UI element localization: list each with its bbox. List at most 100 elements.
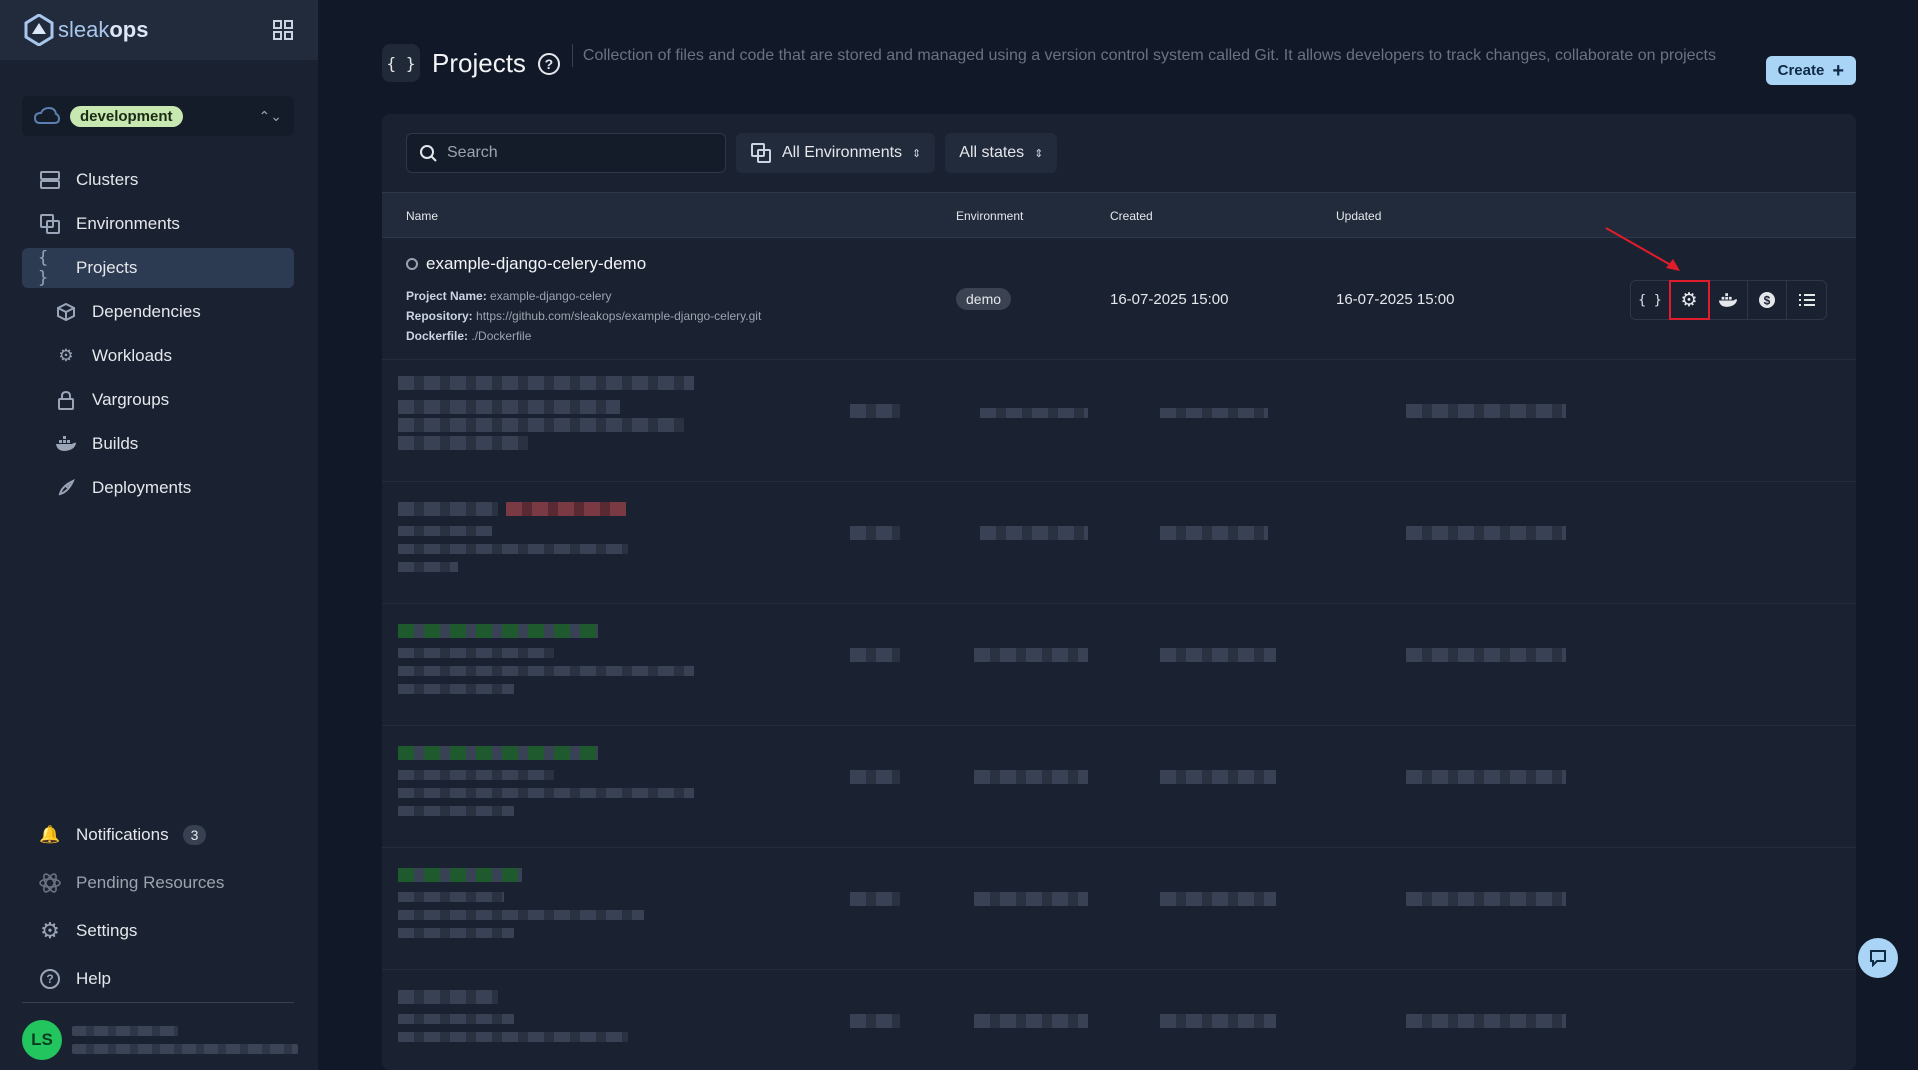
brand-name-part1: sleak <box>58 17 110 42</box>
sidebar-item-dependencies[interactable]: Dependencies <box>22 292 294 332</box>
filter-bar: Search All Environments ⇕ All states ⇕ <box>382 114 1856 192</box>
environment-badge: development <box>70 105 183 127</box>
status-dot-icon <box>406 258 418 270</box>
copy-icon <box>751 143 771 163</box>
sidebar-item-label: Workloads <box>92 346 172 365</box>
sidebar-item-label: Clusters <box>76 170 139 189</box>
search-icon <box>420 145 437 162</box>
meta-label: Project Name: <box>406 289 487 303</box>
sidebar-item-label: Dependencies <box>92 302 201 321</box>
cube-icon <box>54 302 78 322</box>
annotation-arrow-icon <box>1605 227 1680 271</box>
sidebar-item-notifications[interactable]: 🔔 Notifications 3 <box>22 812 294 858</box>
sidebar-item-vargroups[interactable]: Vargroups <box>22 380 294 420</box>
dockerfile-meta: Dockerfile: ./Dockerfile <box>406 329 531 343</box>
chevron-up-down-icon: ⇕ <box>912 147 922 160</box>
sidebar-item-label: Deployments <box>92 478 192 497</box>
state-filter[interactable]: All states ⇕ <box>945 133 1058 173</box>
server-icon <box>38 169 62 191</box>
copy-icon <box>38 213 62 235</box>
sidebar-divider <box>22 1002 294 1003</box>
atom-icon <box>38 872 62 894</box>
user-menu[interactable]: LS <box>22 1020 298 1060</box>
sidebar-item-workloads[interactable]: ⚙ Workloads <box>22 336 294 376</box>
cloud-icon <box>34 107 60 124</box>
braces-icon: { } <box>38 248 49 288</box>
chat-support-button[interactable] <box>1858 938 1898 978</box>
list-icon[interactable] <box>1787 281 1826 319</box>
state-filter-value: All states <box>959 144 1025 161</box>
logo-row: sleak ops <box>0 0 318 60</box>
search-input[interactable]: Search <box>406 133 726 173</box>
environment-tag: demo <box>956 288 1012 310</box>
sidebar-item-builds[interactable]: Builds <box>22 424 294 464</box>
docker-icon[interactable] <box>1709 281 1748 319</box>
repository-link[interactable]: https://github.com/sleakops/example-djan… <box>476 309 761 323</box>
bell-icon: 🔔 <box>39 825 61 844</box>
sidebar-item-label: Settings <box>76 921 138 940</box>
meta-value: example-django-celery <box>490 289 612 303</box>
row-actions: { } ⚙ $ <box>1630 280 1827 320</box>
docker-icon <box>54 436 78 452</box>
sidebar-item-label: Builds <box>92 434 139 453</box>
search-placeholder: Search <box>447 144 498 161</box>
braces-icon[interactable]: { } <box>1631 281 1670 319</box>
table-row[interactable] <box>382 726 1856 848</box>
sidebar-item-label: Vargroups <box>92 390 170 409</box>
table-row[interactable] <box>382 482 1856 604</box>
braces-icon: { } <box>382 44 420 82</box>
environment-filter[interactable]: All Environments ⇕ <box>736 133 936 173</box>
brand-logo[interactable]: sleak ops <box>24 14 148 46</box>
sidebar-item-projects[interactable]: { } Projects <box>22 248 294 288</box>
repository-meta: Repository: https://github.com/sleakops/… <box>406 309 761 323</box>
sidebar-item-pending-resources[interactable]: Pending Resources <box>22 860 294 906</box>
create-button-label: Create <box>1777 62 1825 79</box>
column-header-updated[interactable]: Updated <box>1336 209 1381 223</box>
column-header-name[interactable]: Name <box>406 209 438 223</box>
sidebar-item-label: Notifications <box>76 825 169 844</box>
help-circle-icon: ? <box>38 968 62 990</box>
sidebar-item-label: Projects <box>76 258 138 277</box>
sidebar-item-clusters[interactable]: Clusters <box>22 160 294 200</box>
environment-filter-value: All Environments <box>782 144 903 161</box>
sidebar: sleak ops development ⌃⌄ Clusters Environ… <box>0 0 318 1070</box>
main-nav: Clusters Environments { } Projects Depen… <box>22 160 294 512</box>
table-row[interactable] <box>382 848 1856 970</box>
environment-selector[interactable]: development ⌃⌄ <box>22 96 294 136</box>
apps-grid-icon[interactable] <box>272 19 294 41</box>
dollar-icon[interactable]: $ <box>1748 281 1787 319</box>
updated-date: 16-07-2025 15:00 <box>1336 291 1455 308</box>
sidebar-item-label: Help <box>76 969 111 988</box>
project-name[interactable]: example-django-celery-demo <box>406 254 646 274</box>
table-row[interactable] <box>382 360 1856 482</box>
chevron-up-down-icon: ⌃⌄ <box>258 107 282 124</box>
meta-label: Repository: <box>406 309 473 323</box>
table-row[interactable] <box>382 604 1856 726</box>
rocket-icon <box>54 478 78 498</box>
page-description: Collection of files and code that are st… <box>571 44 1732 67</box>
user-info-blurred <box>72 1026 298 1054</box>
project-name-meta: Project Name: example-django-celery <box>406 289 611 303</box>
bottom-nav: 🔔 Notifications 3 Pending Resources ⚙ Se… <box>22 812 294 1004</box>
help-icon[interactable]: ? <box>537 53 560 75</box>
meta-value: ./Dockerfile <box>471 329 532 343</box>
chevron-up-down-icon: ⇕ <box>1034 147 1044 160</box>
column-header-created[interactable]: Created <box>1110 209 1153 223</box>
lock-icon <box>54 390 78 410</box>
sidebar-item-help[interactable]: ? Help <box>22 956 294 1002</box>
create-button[interactable]: Create + <box>1765 56 1856 85</box>
brand-name-part2: ops <box>109 17 149 42</box>
created-date: 16-07-2025 15:00 <box>1110 291 1229 308</box>
sidebar-item-environments[interactable]: Environments <box>22 204 294 244</box>
sidebar-item-settings[interactable]: ⚙ Settings <box>22 908 294 954</box>
column-header-environment[interactable]: Environment <box>956 209 1023 223</box>
meta-label: Dockerfile: <box>406 329 469 343</box>
settings-gear-icon[interactable]: ⚙ <box>1669 280 1710 320</box>
svg-text:$: $ <box>1764 294 1771 308</box>
page-header: { } Projects ? Collection of files and c… <box>382 44 1856 85</box>
sidebar-item-label: Environments <box>76 214 180 233</box>
sidebar-item-deployments[interactable]: Deployments <box>22 468 294 508</box>
table-row[interactable] <box>382 970 1856 1070</box>
logo-icon <box>24 14 54 46</box>
gear-icon: ⚙ <box>40 918 60 943</box>
